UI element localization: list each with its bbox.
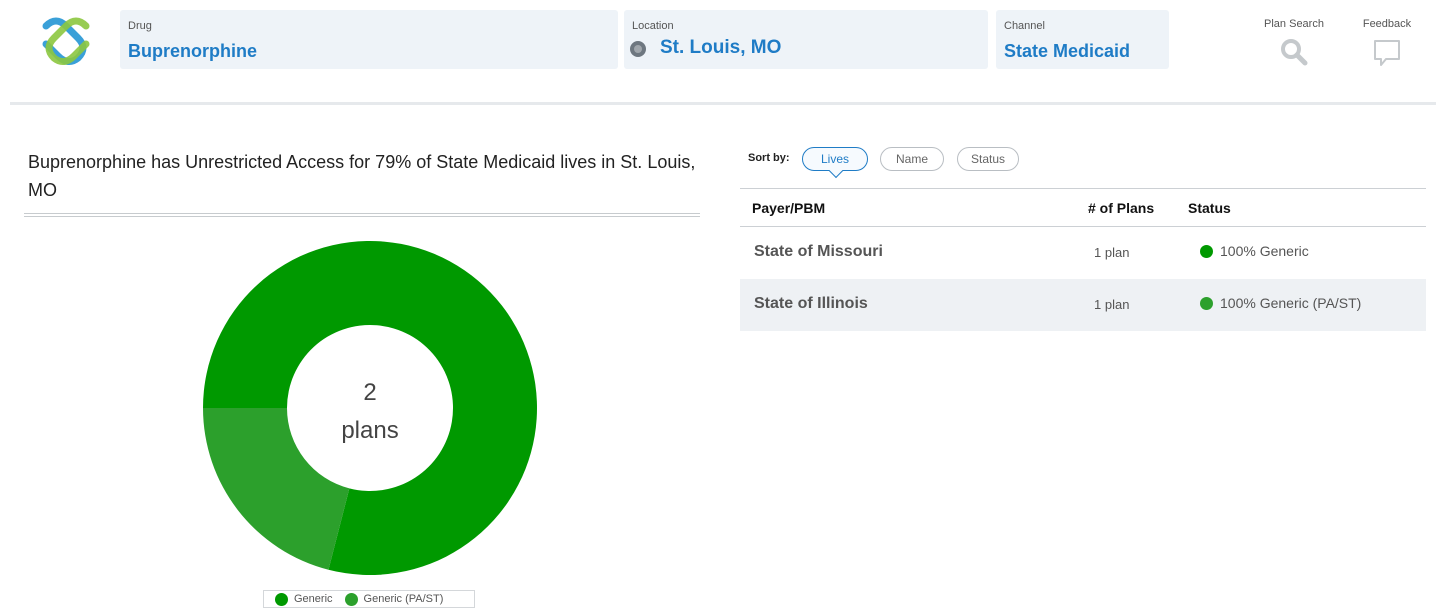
status-cell: 100% Generic	[1200, 243, 1309, 259]
feedback-button[interactable]: Feedback	[1360, 18, 1414, 68]
sort-name-label: Name	[895, 152, 928, 166]
table-header: Payer/PBM # of Plans Status	[740, 188, 1426, 227]
location-filter-value: St. Louis, MO	[660, 37, 782, 58]
app-logo[interactable]	[34, 12, 98, 68]
header-status[interactable]: Status	[1188, 200, 1231, 216]
donut-center-label: plans	[341, 417, 398, 444]
status-text: 100% Generic	[1220, 243, 1309, 259]
legend-item-generic-pa-st: Generic (PA/ST)	[344, 592, 444, 606]
legend-label-generic-pa-st: Generic (PA/ST)	[363, 593, 444, 605]
plan-count: 1 plan	[1094, 245, 1130, 260]
access-summary: Buprenorphine has Unrestricted Access fo…	[28, 152, 696, 200]
plan-count: 1 plan	[1094, 297, 1130, 312]
payer-name[interactable]: State of Illinois	[754, 295, 868, 313]
sort-status-button[interactable]: Status	[957, 147, 1019, 171]
table-row[interactable]: State of Illinois 1 plan 100% Generic (P…	[740, 279, 1426, 331]
sort-lives-label: Lives	[820, 152, 849, 166]
header-plans[interactable]: # of Plans	[1088, 200, 1154, 216]
top-header: Drug Buprenorphine Location St. Louis, M…	[0, 0, 1448, 105]
coverage-donut-chart: 2 plans	[202, 240, 537, 575]
location-filter-label: Location	[632, 20, 674, 32]
donut-slice-generic-pa-st[interactable]	[202, 408, 350, 570]
sort-by-label: Sort by:	[748, 152, 790, 164]
status-dot	[1200, 244, 1213, 258]
status-cell: 100% Generic (PA/ST)	[1200, 295, 1361, 311]
channel-filter-value: State Medicaid	[1004, 41, 1131, 61]
drug-filter[interactable]: Drug Buprenorphine	[120, 10, 618, 69]
header-divider	[10, 102, 1436, 105]
speech-bubble-icon	[1374, 40, 1400, 66]
summary-divider	[24, 213, 700, 217]
drug-filter-value: Buprenorphine	[128, 41, 257, 61]
location-pin-icon	[630, 41, 646, 57]
channel-filter-label: Channel	[1004, 20, 1045, 32]
drug-filter-label: Drug	[128, 20, 152, 32]
location-filter[interactable]: Location St. Louis, MO	[624, 10, 988, 69]
payer-table: Payer/PBM # of Plans Status State of Mis…	[740, 188, 1426, 331]
legend-label-generic: Generic	[294, 593, 333, 605]
chart-legend: Generic Generic (PA/ST)	[263, 590, 475, 608]
plan-search-button[interactable]: Plan Search	[1262, 18, 1326, 66]
plan-search-label: Plan Search	[1264, 18, 1324, 30]
sort-lives-button[interactable]: Lives	[802, 147, 868, 171]
table-row[interactable]: State of Missouri 1 plan 100% Generic	[740, 227, 1426, 279]
status-text: 100% Generic (PA/ST)	[1220, 295, 1362, 311]
sort-status-label: Status	[970, 152, 1006, 166]
donut-center-value: 2	[363, 379, 376, 406]
header-payer[interactable]: Payer/PBM	[752, 200, 825, 216]
legend-item-generic: Generic	[275, 592, 333, 606]
status-dot	[1200, 296, 1213, 310]
channel-filter[interactable]: Channel State Medicaid	[996, 10, 1169, 69]
search-icon	[1281, 39, 1308, 66]
legend-dot-generic-pa-st	[344, 592, 358, 606]
feedback-label: Feedback	[1362, 18, 1412, 30]
legend-dot-generic	[275, 592, 288, 606]
payer-name[interactable]: State of Missouri	[754, 243, 883, 261]
sort-name-button[interactable]: Name	[880, 147, 944, 171]
